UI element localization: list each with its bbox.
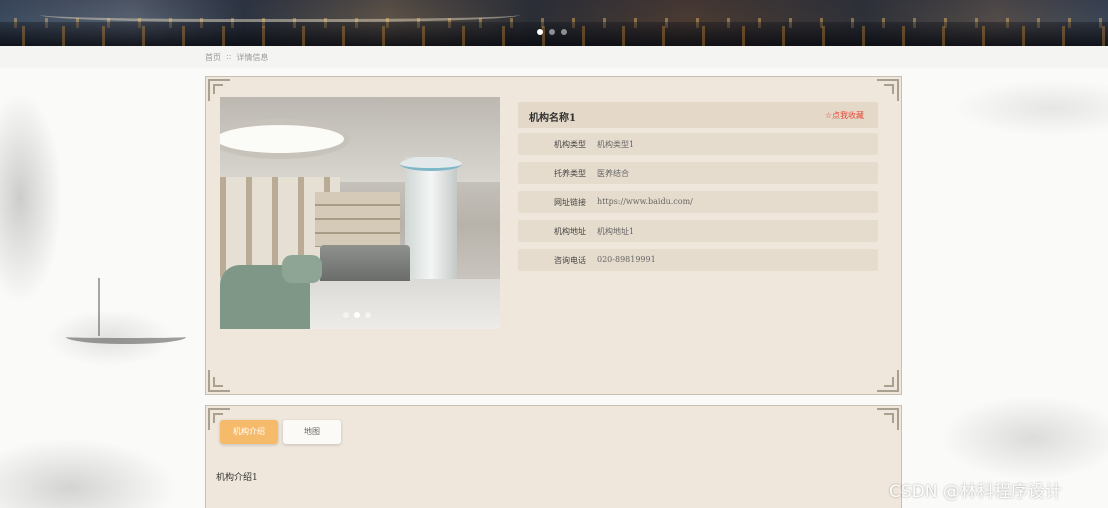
photo-dot-2[interactable] — [354, 312, 360, 318]
info-row-type: 机构类型 机构类型1 — [518, 133, 878, 155]
institution-photo-carousel[interactable] — [220, 97, 500, 329]
tab-introduction[interactable]: 机构介绍 — [220, 420, 278, 444]
corner-ornament-icon — [877, 370, 899, 392]
photo-shelf — [315, 192, 400, 247]
breadcrumb-current: 详情信息 — [236, 53, 269, 62]
corner-ornament-icon — [877, 79, 899, 101]
photo-reception-desk — [320, 245, 410, 281]
website-link[interactable]: https://www.baidu.com/ — [597, 197, 693, 206]
info-label: 机构类型 — [554, 140, 586, 149]
ink-landscape-right — [902, 68, 1108, 508]
ink-landscape-left — [0, 68, 205, 508]
breadcrumb-bar: 首页 :: 详情信息 — [0, 46, 1108, 68]
institution-title-bar: 机构名称1 ☆点我收藏 — [518, 102, 878, 128]
banner-dot-2[interactable] — [549, 29, 555, 35]
favorite-button[interactable]: ☆点我收藏 — [825, 110, 864, 121]
info-label: 网址链接 — [554, 198, 586, 207]
photo-dot-1[interactable] — [343, 312, 349, 318]
banner-dot-1[interactable] — [537, 29, 543, 35]
info-row-phone: 咨询电话 020-89819991 — [518, 249, 878, 271]
breadcrumb-separator: :: — [226, 52, 232, 61]
corner-ornament-icon — [208, 370, 230, 392]
photo-carousel-dots — [343, 312, 371, 318]
info-value: 020-89819991 — [597, 255, 656, 264]
info-label: 咨询电话 — [554, 256, 586, 265]
breadcrumb-home[interactable]: 首页 — [205, 52, 221, 63]
breadcrumb: 首页 :: 详情信息 — [205, 52, 268, 63]
introduction-text: 机构介绍1 — [216, 473, 258, 483]
tab-map[interactable]: 地图 — [283, 420, 341, 444]
info-value: 机构类型1 — [597, 140, 635, 149]
detail-panel: 机构名称1 ☆点我收藏 机构类型 机构类型1 托养类型 医养结合 网址链接 ht… — [205, 76, 902, 395]
photo-pillar-sign — [400, 157, 462, 171]
banner-carousel-dots — [537, 29, 567, 35]
info-label: 机构地址 — [554, 227, 586, 236]
institution-name: 机构名称1 — [529, 113, 576, 124]
info-label: 托养类型 — [554, 169, 586, 178]
top-banner — [0, 0, 1108, 46]
watermark: CSDN @林科程序设计 — [889, 482, 1062, 502]
info-value: 医养结合 — [597, 169, 629, 178]
boat — [66, 330, 186, 344]
intro-panel: 机构介绍 地图 机构介绍1 — [205, 405, 902, 508]
photo-chair — [282, 255, 322, 283]
info-row-website: 网址链接 https://www.baidu.com/ — [518, 191, 878, 213]
corner-ornament-icon — [877, 408, 899, 430]
info-value: 机构地址1 — [597, 227, 635, 236]
boat-mast — [98, 278, 100, 336]
info-row-care-type: 托养类型 医养结合 — [518, 162, 878, 184]
photo-dot-3[interactable] — [365, 312, 371, 318]
info-row-address: 机构地址 机构地址1 — [518, 220, 878, 242]
banner-dot-3[interactable] — [561, 29, 567, 35]
